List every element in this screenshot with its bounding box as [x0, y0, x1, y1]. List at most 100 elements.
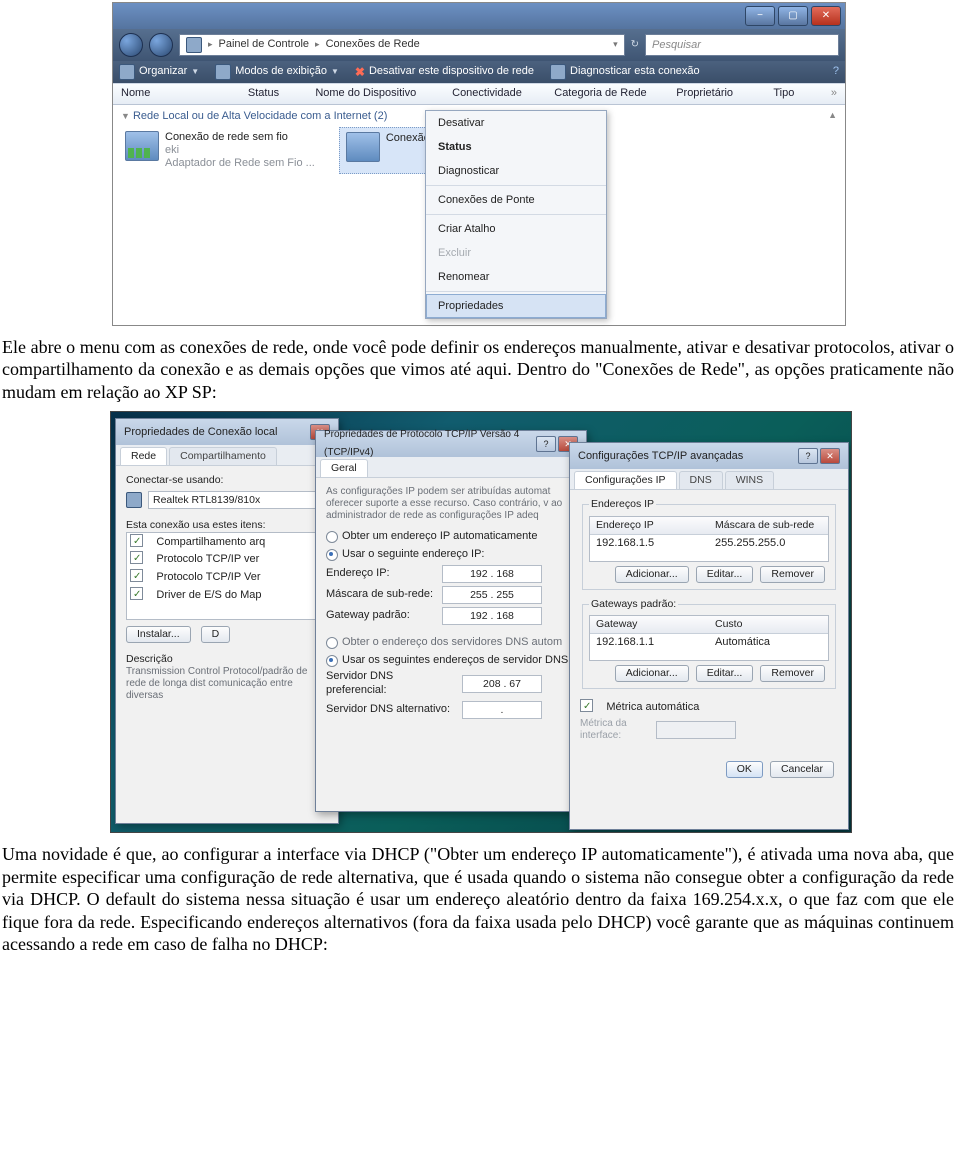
back-button[interactable]	[119, 33, 143, 57]
dns1-label: Servidor DNS preferencial:	[326, 670, 456, 698]
ok-button[interactable]: OK	[726, 761, 763, 778]
items-list[interactable]: Compartilhamento arq Protocolo TCP/IP ve…	[126, 532, 328, 620]
gateway-label: Gateway padrão:	[326, 609, 436, 623]
checkbox-icon[interactable]	[130, 589, 156, 601]
gw-listbox[interactable]: GatewayCusto 192.168.1.1Automática	[589, 615, 829, 661]
connect-using-label: Conectar-se usando:	[126, 474, 328, 487]
checkbox-icon[interactable]	[130, 571, 156, 583]
search-input[interactable]: Pesquisar	[645, 34, 839, 56]
col-owner[interactable]: Proprietário	[672, 86, 769, 102]
radio-manual-dns[interactable]: Usar os seguintes endereços de servidor …	[326, 654, 576, 668]
diagnose-connection-button[interactable]: Diagnosticar esta conexão	[550, 64, 700, 80]
close-button[interactable]: ✕	[811, 6, 841, 26]
connection-properties-dialog: Propriedades de Conexão local ✕ Rede Com…	[115, 418, 339, 824]
gateway-field[interactable]: 192 . 168	[442, 607, 542, 625]
ip-addresses-header: Endereços IP	[589, 498, 656, 511]
add-button[interactable]: Adicionar...	[615, 566, 689, 583]
menu-deactivate[interactable]: Desativar	[426, 111, 606, 135]
help-icon[interactable]: ?	[798, 448, 818, 464]
dialog-title: Propriedades de Conexão local ✕	[116, 419, 338, 445]
tab-network[interactable]: Rede	[120, 447, 167, 465]
close-icon[interactable]: ✕	[820, 448, 840, 464]
dns2-field[interactable]: .	[462, 701, 542, 719]
breadcrumb-item[interactable]: Conexões de Rede	[326, 38, 420, 52]
menu-properties[interactable]: Propriedades	[426, 294, 606, 318]
mask-label: Máscara de sub-rede:	[326, 588, 436, 602]
maximize-button[interactable]: ▢	[778, 6, 808, 26]
metric-field	[656, 721, 736, 739]
body-paragraph-2: Uma novidade é que, ao configurar a inte…	[2, 843, 954, 956]
ip-listbox[interactable]: Endereço IPMáscara de sub-rede 192.168.1…	[589, 516, 829, 562]
wifi-icon	[125, 131, 159, 161]
advanced-tcpip-dialog: Configurações TCP/IP avançadas ?✕ Config…	[569, 442, 849, 830]
tcpip-properties-dialog: Propriedades de Protocolo TCP/IP Versão …	[315, 430, 587, 812]
connection-name: Conexão de rede sem fio	[165, 131, 315, 144]
window-titlebar: − ▢ ✕	[113, 3, 845, 29]
forward-button[interactable]	[149, 33, 173, 57]
dialog-title: Propriedades de Protocolo TCP/IP Versão …	[316, 431, 586, 457]
edit-button[interactable]: Editar...	[696, 566, 754, 583]
disable-device-button[interactable]: ✖Desativar este dispositivo de rede	[355, 65, 534, 80]
cancel-button[interactable]: Cancelar	[770, 761, 834, 778]
breadcrumb-item[interactable]: Painel de Controle	[219, 38, 310, 52]
dns1-field[interactable]: 208 . 67	[462, 675, 542, 693]
col-conn[interactable]: Conectividade	[448, 86, 550, 102]
connection-adapter: Adaptador de Rede sem Fio ...	[165, 157, 315, 170]
menu-bridge[interactable]: Conexões de Ponte	[426, 188, 606, 212]
column-headers: Nome Status Nome do Dispositivo Conectiv…	[113, 83, 845, 105]
breadcrumb[interactable]: ▸ Painel de Controle ▸ Conexões de Rede …	[179, 34, 625, 56]
remove-button[interactable]: Remover	[760, 566, 825, 583]
metric-label: Métrica da interface:	[580, 718, 650, 743]
menu-separator	[426, 185, 606, 186]
add-button[interactable]: Adicionar...	[615, 665, 689, 682]
tab-general[interactable]: Geral	[320, 459, 368, 477]
ip-label: Endereço IP:	[326, 567, 436, 581]
views-menu[interactable]: Modos de exibição ▼	[215, 64, 339, 80]
refresh-icon[interactable]: ↻	[631, 39, 639, 52]
description-label: Descrição	[126, 653, 328, 666]
organize-menu[interactable]: Organizar ▼	[119, 64, 199, 80]
col-nome[interactable]: Nome	[117, 86, 244, 102]
menu-shortcut[interactable]: Criar Atalho	[426, 217, 606, 241]
tab-dns[interactable]: DNS	[679, 471, 723, 489]
tab-wins[interactable]: WINS	[725, 471, 774, 489]
dns2-label: Servidor DNS alternativo:	[326, 703, 456, 717]
intro-text: As configurações IP podem ser atribuídas…	[326, 486, 576, 522]
control-panel-icon	[186, 37, 202, 53]
toolbar: Organizar ▼ Modos de exibição ▼ ✖Desativ…	[113, 61, 845, 83]
organize-icon	[119, 64, 135, 80]
radio-auto-ip[interactable]: Obter um endereço IP automaticamente	[326, 530, 576, 544]
menu-delete: Excluir	[426, 241, 606, 265]
adapter-icon	[126, 492, 142, 508]
d-button[interactable]: D	[201, 626, 231, 643]
help-icon[interactable]: ?	[536, 436, 556, 452]
tab-sharing[interactable]: Compartilhamento	[169, 447, 277, 465]
tab-ip-settings[interactable]: Configurações IP	[574, 471, 677, 489]
install-button[interactable]: Instalar...	[126, 626, 191, 643]
menu-status[interactable]: Status	[426, 135, 606, 159]
radio-manual-ip[interactable]: Usar o seguinte endereço IP:	[326, 548, 576, 562]
col-device[interactable]: Nome do Dispositivo	[311, 86, 448, 102]
wifi-connection-item[interactable]: Conexão de rede sem fio eki Adaptador de…	[119, 127, 321, 174]
checkbox-icon[interactable]	[130, 553, 156, 565]
remove-button[interactable]: Remover	[760, 665, 825, 682]
col-status[interactable]: Status	[244, 86, 311, 102]
col-category[interactable]: Categoria de Rede	[550, 86, 672, 102]
minimize-button[interactable]: −	[745, 6, 775, 26]
help-icon[interactable]: ?	[833, 65, 839, 79]
network-connections-window: − ▢ ✕ ▸ Painel de Controle ▸ Conexões de…	[112, 2, 846, 326]
radio-auto-dns: Obter o endereço dos servidores DNS auto…	[326, 636, 576, 650]
more-columns[interactable]: »	[827, 86, 841, 102]
adapter-field: Realtek RTL8139/810x	[148, 491, 328, 509]
checkbox-icon[interactable]	[130, 536, 156, 548]
menu-diagnose[interactable]: Diagnosticar	[426, 159, 606, 183]
col-type[interactable]: Tipo	[769, 86, 827, 102]
body-paragraph-1: Ele abre o menu com as conexões de rede,…	[2, 336, 954, 404]
menu-separator	[426, 214, 606, 215]
address-bar: ▸ Painel de Controle ▸ Conexões de Rede …	[113, 29, 845, 61]
ip-field[interactable]: 192 . 168	[442, 565, 542, 583]
menu-rename[interactable]: Renomear	[426, 265, 606, 289]
mask-field[interactable]: 255 . 255	[442, 586, 542, 604]
edit-button[interactable]: Editar...	[696, 665, 754, 682]
auto-metric-checkbox[interactable]	[580, 701, 606, 713]
